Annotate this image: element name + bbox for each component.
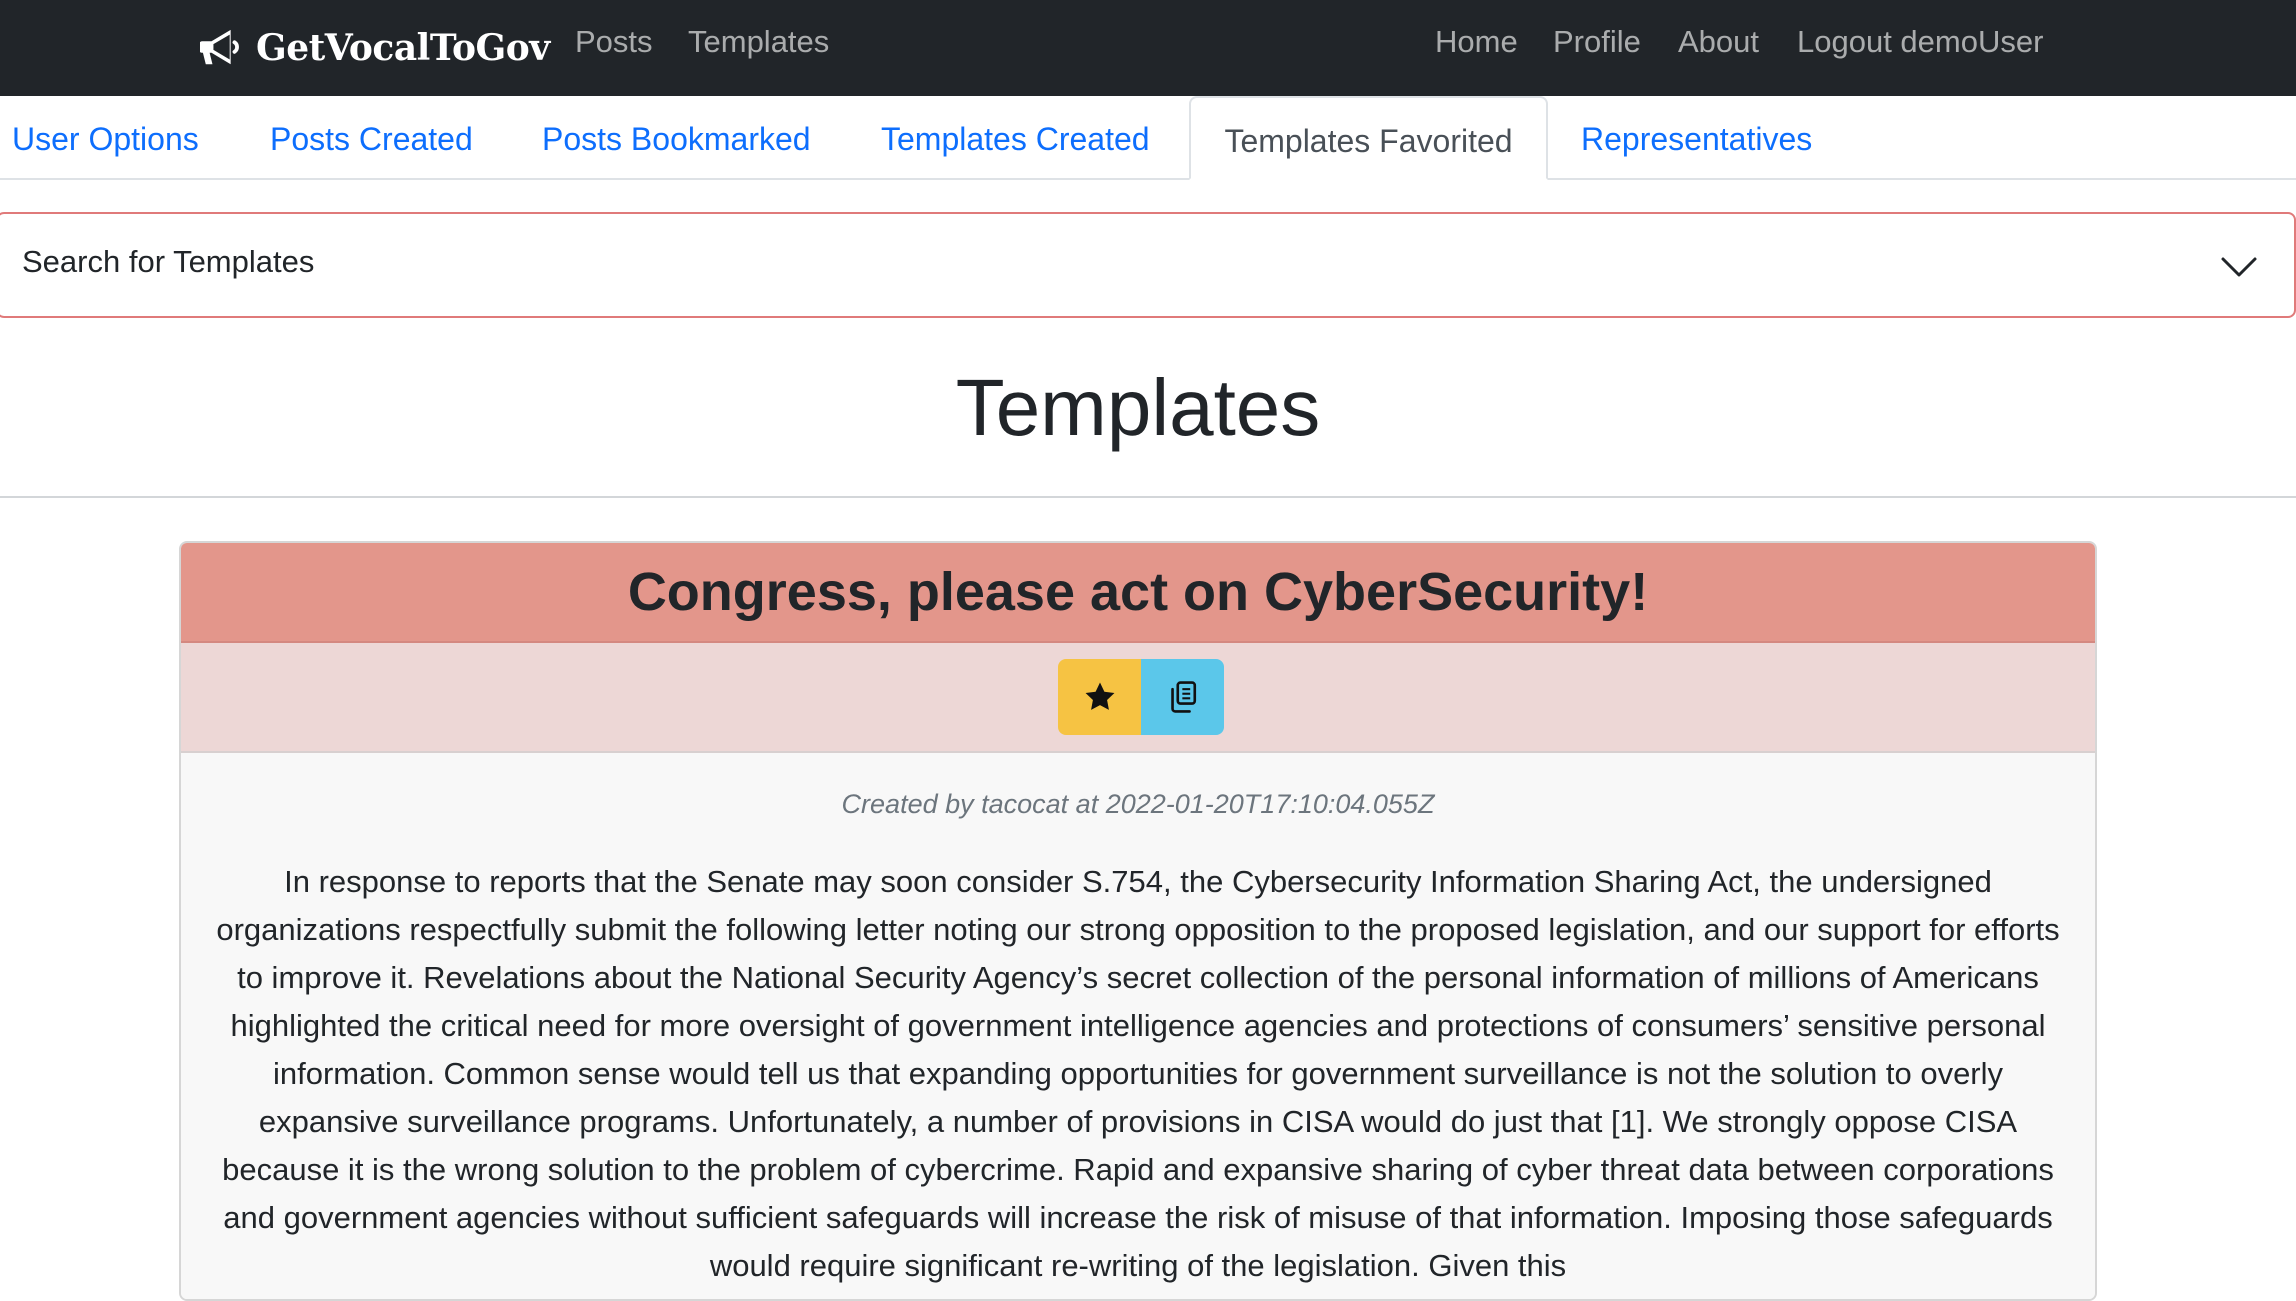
template-actions <box>181 643 2095 753</box>
nav-link-profile[interactable]: Profile <box>1553 22 1641 62</box>
nav-link-posts[interactable]: Posts <box>575 22 653 62</box>
tab-templates-favorited[interactable]: Templates Favorited <box>1189 96 1548 180</box>
megaphone-icon <box>200 29 239 65</box>
top-navbar: GetVocalToGov Posts Templates Home Profi… <box>0 0 2296 96</box>
template-body-text: In response to reports that the Senate m… <box>216 864 2060 1283</box>
template-title: Congress, please act on CyberSecurity! <box>627 562 1649 622</box>
template-byline: Created by tacocat at 2022-01-20T17:10:0… <box>841 789 1435 819</box>
page-title: Templates <box>955 363 1321 452</box>
tab-posts-bookmarked[interactable]: Posts Bookmarked <box>542 96 811 180</box>
search-templates-label: Search for Templates <box>22 244 315 279</box>
template-card-header: Congress, please act on CyberSecurity! <box>181 543 2095 643</box>
search-templates-toggle[interactable]: Search for Templates <box>0 212 2296 318</box>
tab-posts-created[interactable]: Posts Created <box>270 96 473 180</box>
star-icon <box>1085 682 1114 710</box>
nav-link-home[interactable]: Home <box>1435 22 1518 62</box>
tab-templates-created[interactable]: Templates Created <box>881 96 1150 180</box>
template-card-body: Created by tacocat at 2022-01-20T17:10:0… <box>181 753 2095 1299</box>
brand-link[interactable]: GetVocalToGov <box>200 18 550 78</box>
copy-button[interactable] <box>1141 659 1224 735</box>
nav-link-templates[interactable]: Templates <box>688 22 829 62</box>
favorite-button[interactable] <box>1058 659 1141 735</box>
template-card: Congress, please act on CyberSecurity! C… <box>179 541 2097 1301</box>
nav-link-about[interactable]: About <box>1678 22 1759 62</box>
template-button-group <box>1058 659 1224 735</box>
brand-name: GetVocalToGov <box>256 27 550 69</box>
tab-user-options[interactable]: User Options <box>12 96 199 180</box>
chevron-down-icon <box>2221 257 2257 277</box>
copy-icon <box>1170 681 1196 713</box>
profile-tabs: User Options Posts Created Posts Bookmar… <box>0 96 2296 180</box>
title-divider <box>0 496 2296 498</box>
nav-link-logout[interactable]: Logout demoUser <box>1797 22 2043 62</box>
tab-representatives[interactable]: Representatives <box>1581 96 1812 180</box>
